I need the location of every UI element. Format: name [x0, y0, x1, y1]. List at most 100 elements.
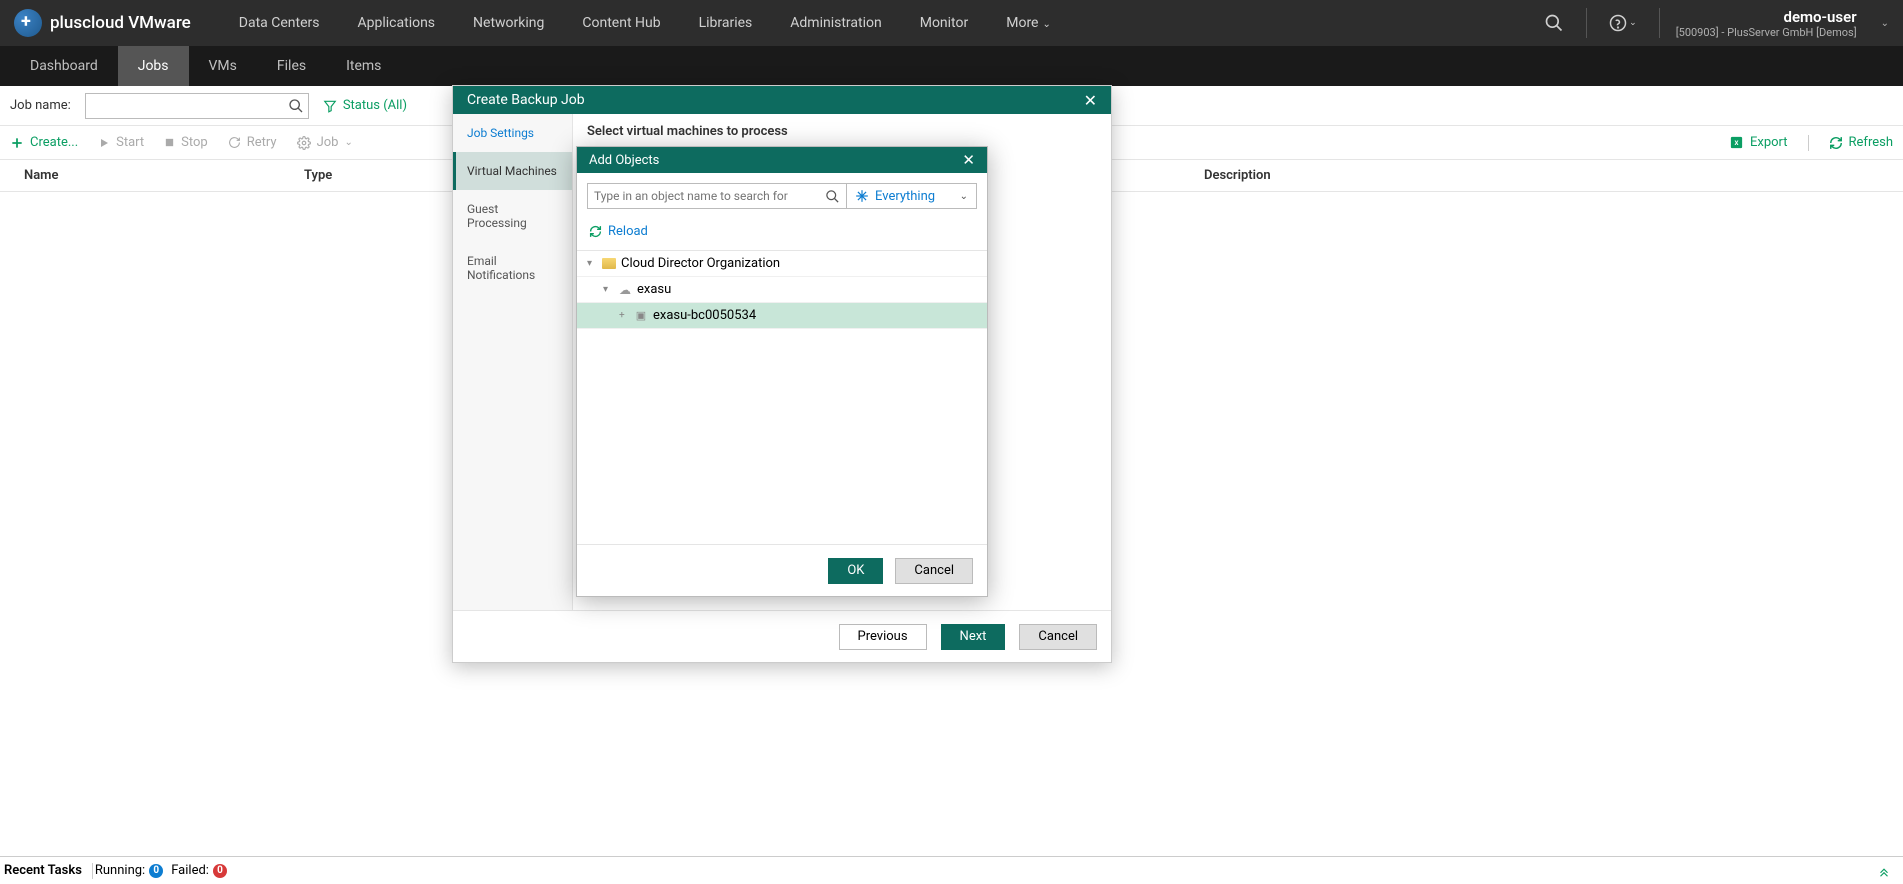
- divider: [1659, 8, 1660, 38]
- tab-items[interactable]: Items: [326, 46, 401, 86]
- recent-tasks-label: Recent Tasks: [4, 863, 82, 878]
- object-search-input[interactable]: [594, 189, 825, 203]
- dialog-header: Create Backup Job ✕: [453, 86, 1111, 114]
- vdc-icon: ▣: [633, 309, 649, 323]
- create-label: Create...: [30, 135, 78, 150]
- chevron-down-icon: ⌄: [1881, 18, 1889, 29]
- dialog-title: Add Objects: [589, 153, 659, 168]
- search-row: Everything ⌄: [577, 173, 987, 219]
- job-label: Job: [317, 135, 339, 150]
- dialog-footer: OK Cancel: [577, 544, 987, 596]
- previous-button[interactable]: Previous: [839, 624, 927, 650]
- nav-data-centers[interactable]: Data Centers: [221, 1, 338, 45]
- chevron-up-icon: [1877, 864, 1891, 878]
- asterisk-icon: [855, 189, 869, 203]
- object-search[interactable]: [587, 183, 847, 209]
- step-email-notifications[interactable]: Email Notifications: [453, 242, 572, 294]
- col-name[interactable]: Name: [24, 168, 304, 183]
- start-button[interactable]: Start: [98, 135, 144, 150]
- job-name-search[interactable]: [85, 93, 309, 119]
- refresh-button[interactable]: Refresh: [1829, 135, 1893, 151]
- job-dropdown[interactable]: Job ⌄: [297, 135, 353, 150]
- status-filter[interactable]: Status (All): [323, 98, 407, 113]
- gear-icon: [297, 136, 311, 150]
- dialog-footer: Previous Next Cancel: [453, 610, 1111, 662]
- reload-row: Reload: [577, 219, 987, 250]
- nav-applications[interactable]: Applications: [340, 1, 454, 45]
- brand-name: pluscloud VMware: [50, 13, 191, 33]
- step-virtual-machines[interactable]: Virtual Machines: [453, 152, 572, 190]
- tree-label: exasu: [637, 282, 671, 297]
- tab-jobs[interactable]: Jobs: [118, 46, 189, 86]
- job-name-input[interactable]: [90, 98, 288, 113]
- nav-monitor[interactable]: Monitor: [902, 1, 987, 45]
- start-label: Start: [116, 135, 144, 150]
- folder-icon: [601, 257, 617, 271]
- nav-more[interactable]: More⌄: [988, 1, 1069, 45]
- tab-dashboard[interactable]: Dashboard: [10, 46, 118, 86]
- cancel-button[interactable]: Cancel: [1019, 624, 1097, 650]
- stop-icon: [164, 137, 175, 148]
- step-guest-processing[interactable]: Guest Processing: [453, 190, 572, 242]
- tree-label: exasu-bc0050534: [653, 308, 756, 323]
- tree-node-root[interactable]: ▾ Cloud Director Organization: [577, 251, 987, 277]
- wizard-steps: Job Settings Virtual Machines Guest Proc…: [453, 114, 573, 610]
- step-job-settings[interactable]: Job Settings: [453, 114, 572, 152]
- collapse-icon[interactable]: ▾: [587, 258, 597, 269]
- help-icon[interactable]: ⌄: [1603, 8, 1643, 38]
- job-name-label: Job name:: [10, 98, 71, 113]
- retry-button[interactable]: Retry: [228, 135, 277, 150]
- nav-administration[interactable]: Administration: [772, 1, 899, 45]
- create-button[interactable]: Create...: [10, 135, 78, 150]
- object-tree: ▾ Cloud Director Organization ▾ ☁ exasu …: [577, 250, 987, 544]
- failed-label: Failed:: [171, 863, 209, 878]
- filter-icon: [323, 99, 337, 113]
- search-icon[interactable]: [1538, 7, 1570, 39]
- ok-button[interactable]: OK: [828, 558, 883, 584]
- chevron-down-icon: ⌄: [1629, 18, 1637, 28]
- running-count: 0: [149, 864, 163, 878]
- search-icon[interactable]: [825, 189, 840, 204]
- stop-label: Stop: [181, 135, 208, 150]
- running-label: Running:: [95, 863, 145, 878]
- dialog-header: Add Objects ✕: [577, 147, 987, 173]
- plus-icon: [10, 136, 24, 150]
- export-button[interactable]: X Export: [1729, 135, 1788, 151]
- nav-more-label: More: [1006, 15, 1038, 31]
- user-org: [500903] - PlusServer GmbH [Demos]: [1676, 26, 1857, 39]
- recent-tasks-bar: Recent Tasks Running: 0 Failed: 0: [0, 856, 1903, 884]
- play-icon: [98, 137, 110, 149]
- close-icon[interactable]: ✕: [1084, 91, 1097, 110]
- top-nav: pluscloud VMware Data Centers Applicatio…: [0, 0, 1903, 46]
- tab-vms[interactable]: VMs: [189, 46, 257, 86]
- retry-icon: [228, 136, 241, 149]
- nav-libraries[interactable]: Libraries: [681, 1, 771, 45]
- nav-networking[interactable]: Networking: [455, 1, 562, 45]
- tree-node-org[interactable]: ▾ ☁ exasu: [577, 277, 987, 303]
- top-nav-right: ⌄ demo-user [500903] - PlusServer GmbH […: [1538, 7, 1889, 39]
- col-desc[interactable]: Description: [1204, 168, 1879, 183]
- refresh-icon: [589, 225, 602, 238]
- failed-count: 0: [213, 864, 227, 878]
- add-objects-dialog: Add Objects ✕ Everything ⌄ Reload ▾ Clou…: [576, 146, 988, 597]
- close-icon[interactable]: ✕: [962, 151, 975, 169]
- collapse-icon[interactable]: ▾: [603, 284, 613, 295]
- stop-button[interactable]: Stop: [164, 135, 208, 150]
- tree-node-vdc[interactable]: + ▣ exasu-bc0050534: [577, 303, 987, 329]
- user-menu[interactable]: demo-user [500903] - PlusServer GmbH [De…: [1676, 8, 1865, 39]
- search-icon[interactable]: [288, 98, 304, 114]
- expand-icon[interactable]: +: [619, 310, 629, 321]
- tree-label: Cloud Director Organization: [621, 256, 780, 271]
- nav-content-hub[interactable]: Content Hub: [564, 1, 678, 45]
- retry-label: Retry: [247, 135, 277, 150]
- reload-button[interactable]: Reload: [589, 224, 648, 239]
- tab-files[interactable]: Files: [257, 46, 326, 86]
- expand-tasks-button[interactable]: [1869, 864, 1899, 878]
- action-right: X Export Refresh: [1729, 135, 1893, 151]
- cancel-button[interactable]: Cancel: [895, 558, 973, 584]
- svg-text:X: X: [1735, 139, 1739, 147]
- content-title: Select virtual machines to process: [587, 124, 1097, 139]
- type-filter-dropdown[interactable]: Everything ⌄: [847, 183, 977, 209]
- divider: [1808, 135, 1809, 151]
- next-button[interactable]: Next: [941, 624, 1006, 650]
